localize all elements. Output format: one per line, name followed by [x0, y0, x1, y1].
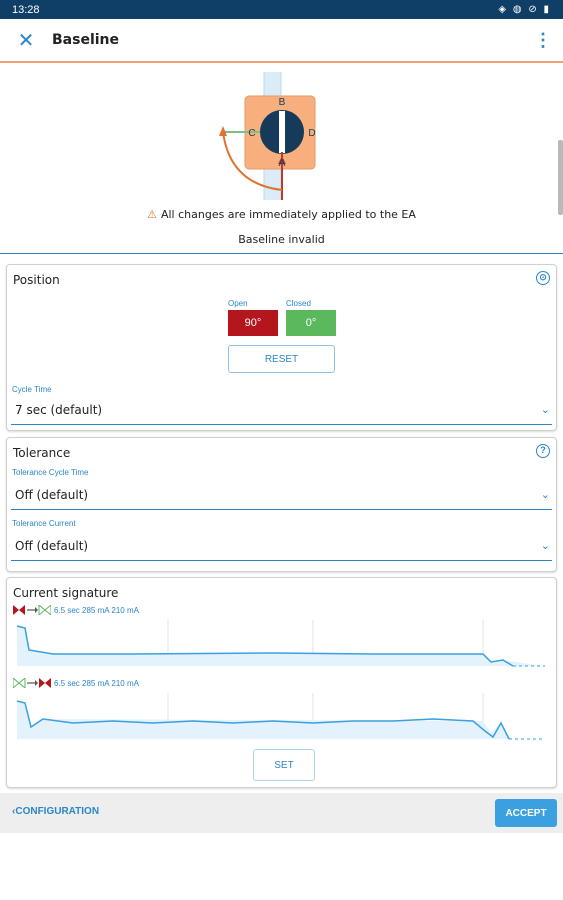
tolerance-cycle-underline [11, 509, 552, 510]
cycle-time-underline [11, 424, 552, 425]
tolerance-card: Tolerance ? Tolerance Cycle Time Off (de… [6, 437, 557, 572]
signature-chart-2 [16, 693, 545, 740]
tolerance-current-select[interactable]: Off (default) [15, 539, 88, 553]
close-icon[interactable]: ✕ [0, 28, 52, 53]
signature-chart-1 [16, 620, 545, 667]
status-time: 13:28 [12, 3, 40, 16]
label-b: B [279, 97, 286, 108]
baseline-status: Baseline invalid [238, 233, 325, 246]
position-title: Position [13, 273, 60, 287]
more-options-icon[interactable]: ⋮ [523, 30, 563, 51]
chevron-down-icon[interactable]: ⌄ [541, 403, 550, 416]
warning-text: All changes are immediately applied to t… [160, 208, 416, 221]
current-signature-card: Current signature 6.5 sec 285 mA 210 mA … [6, 577, 557, 788]
set-button[interactable]: SET [253, 749, 315, 781]
valve-diagram: B C D A [219, 72, 316, 200]
closed-label: Closed [286, 299, 311, 308]
label-c: C [248, 128, 255, 139]
signature-title: Current signature [13, 586, 119, 600]
tolerance-cycle-select[interactable]: Off (default) [15, 488, 88, 502]
tolerance-title: Tolerance [13, 446, 71, 460]
status-bar: 13:28 ◈ ◍ ⊘ ▮ [0, 0, 563, 19]
signature-open-close-values: 6.5 sec 285 mA 210 mA [54, 605, 139, 615]
open-position-button[interactable]: 90° [228, 310, 278, 336]
tolerance-current-label: Tolerance Current [12, 519, 76, 528]
closed-position-button[interactable]: 0° [286, 310, 336, 336]
position-card: Position ⊙ Open Closed 90° 0° RESET Cycl… [6, 264, 557, 431]
configuration-back-link[interactable]: ‹CONFIGURATION [12, 806, 99, 817]
page-title: Baseline [52, 32, 120, 48]
chevron-down-icon[interactable]: ⌄ [541, 539, 550, 552]
signature-close-open-legend: 6.5 sec 285 mA 210 mA [13, 678, 139, 688]
status-icons: ◈ ◍ ⊘ ▮ [498, 4, 551, 15]
bottom-action-bar: ‹CONFIGURATION ACCEPT [0, 793, 563, 833]
signature-open-close-legend: 6.5 sec 285 mA 210 mA [13, 605, 139, 615]
accept-button[interactable]: ACCEPT [495, 799, 557, 827]
warning-icon: ⚠ [147, 208, 157, 221]
app-bar: ✕ Baseline ⋮ [0, 19, 563, 63]
label-d: D [308, 128, 315, 139]
open-label: Open [228, 299, 248, 308]
tolerance-cycle-label: Tolerance Cycle Time [12, 468, 89, 477]
cycle-time-select[interactable]: 7 sec (default) [15, 403, 102, 417]
help-icon[interactable]: ? [536, 444, 550, 458]
tolerance-current-underline [11, 560, 552, 561]
valve-diagram-section: B C D A ⚠ All changes are immediately app… [0, 64, 563, 254]
chevron-down-icon[interactable]: ⌄ [541, 488, 550, 501]
valve-transition-icon [13, 678, 51, 688]
label-a: A [279, 158, 286, 169]
reset-button[interactable]: RESET [228, 345, 335, 373]
signature-close-open-values: 6.5 sec 285 mA 210 mA [54, 678, 139, 688]
valve-transition-icon [13, 605, 51, 615]
cycle-time-label: Cycle Time [12, 385, 52, 394]
target-icon[interactable]: ⊙ [536, 271, 550, 285]
warning-message: ⚠ All changes are immediately applied to … [0, 208, 563, 221]
